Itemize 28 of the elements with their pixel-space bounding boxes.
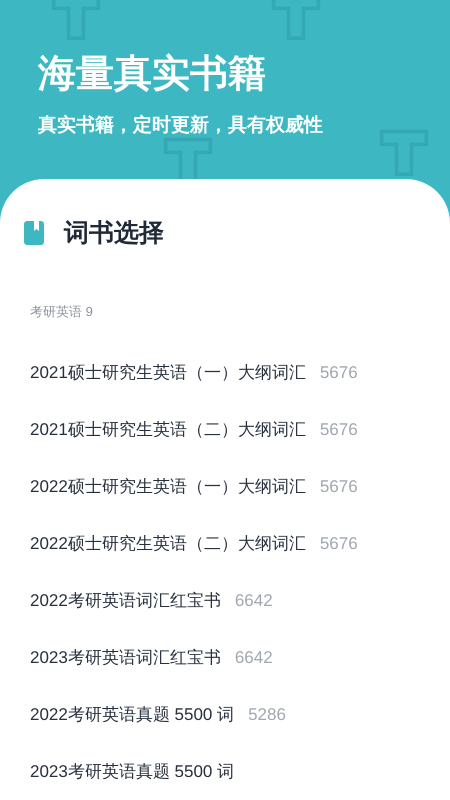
bookmark-icon bbox=[24, 221, 44, 246]
word-count: 5676 bbox=[320, 532, 358, 555]
book-item[interactable]: 2022考研英语真题 5500 词 5286 bbox=[0, 686, 450, 743]
book-name: 2021硕士研究生英语（二）大纲词汇 bbox=[30, 418, 306, 441]
book-item[interactable]: 2021硕士研究生英语（二）大纲词汇 5676 bbox=[0, 401, 450, 458]
book-item[interactable]: 2022考研英语词汇红宝书 6642 bbox=[0, 572, 450, 629]
banner-title: 海量真实书籍 bbox=[38, 52, 266, 97]
book-item[interactable]: 2021硕士研究生英语（一）大纲词汇 5676 bbox=[0, 344, 450, 401]
banner-subtitle: 真实书籍，定时更新，具有权威性 bbox=[38, 114, 323, 138]
book-name: 2022硕士研究生英语（二）大纲词汇 bbox=[30, 532, 306, 555]
book-name: 2022考研英语词汇红宝书 bbox=[30, 590, 221, 612]
word-count: 5676 bbox=[320, 476, 358, 498]
book-name: 2022硕士研究生英语（一）大纲词汇 bbox=[30, 476, 306, 498]
panel-title: 词书选择 bbox=[64, 218, 164, 248]
book-name: 2022考研英语真题 5500 词 bbox=[30, 704, 234, 726]
book-item[interactable]: 2022硕士研究生英语（一）大纲词汇 5676 bbox=[0, 458, 450, 515]
section-label: 考研英语 9 bbox=[30, 303, 93, 321]
word-count: 6642 bbox=[234, 590, 273, 612]
book-name: 2023考研英语真题 5500 词 bbox=[30, 760, 234, 783]
book-item[interactable]: 2023考研英语词汇红宝书 6642 bbox=[0, 629, 450, 686]
word-count: 5286 bbox=[248, 704, 286, 726]
book-item[interactable]: 2022硕士研究生英语（二）大纲词汇 5676 bbox=[0, 515, 450, 572]
book-name: 2021硕士研究生英语（一）大纲词汇 bbox=[30, 362, 306, 384]
word-count: 6642 bbox=[234, 646, 273, 669]
book-name: 2023考研英语词汇红宝书 bbox=[30, 646, 221, 669]
word-count: 5676 bbox=[320, 418, 358, 441]
word-count: 5676 bbox=[320, 362, 358, 384]
book-item[interactable]: 2023考研英语真题 5500 词 bbox=[0, 743, 450, 800]
